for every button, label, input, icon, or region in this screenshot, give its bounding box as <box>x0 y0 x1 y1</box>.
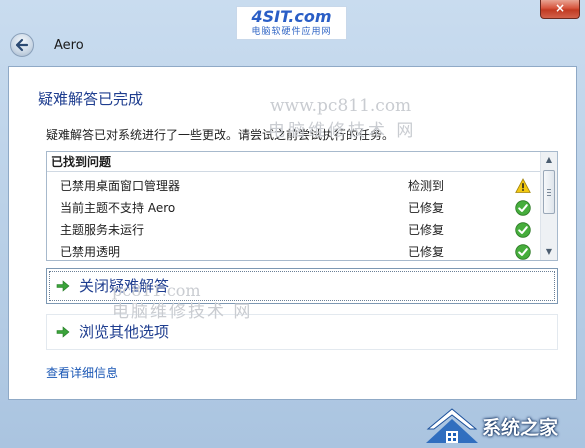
scroll-up-icon[interactable]: ▲ <box>541 152 557 168</box>
green-arrow-icon <box>56 280 70 292</box>
check-icon <box>515 200 531 216</box>
list-item[interactable]: 已禁用透明 已修复 <box>47 241 541 263</box>
grip-line <box>547 192 551 193</box>
problem-status: 已修复 <box>408 201 445 215</box>
problem-name: 已禁用透明 <box>60 245 121 259</box>
logo-text: 4SIT.com <box>251 7 332 26</box>
list-item[interactable]: 已禁用桌面窗口管理器 检测到 <box>47 175 541 197</box>
problems-list: 已找到问题 已禁用桌面窗口管理器 检测到 当前主题不支持 Aero 已修复 主题… <box>46 151 558 261</box>
grip-line <box>547 189 551 190</box>
problem-status: 已修复 <box>408 245 445 259</box>
problem-status: 检测到 <box>408 179 445 193</box>
list-item[interactable]: 当前主题不支持 Aero 已修复 <box>47 197 541 219</box>
close-troubleshooter-label: 关闭疑难解答 <box>79 277 170 295</box>
scroll-thumb[interactable] <box>543 170 555 214</box>
window-frame: × 4SIT.com 电脑软硬件应用网 Aero 疑难解答已完成 疑难解答已对系… <box>0 0 585 448</box>
site-logo: 4SIT.com 电脑软硬件应用网 <box>236 6 347 40</box>
check-icon <box>515 244 531 260</box>
check-icon <box>515 222 531 238</box>
page-title: 疑难解答已完成 <box>38 90 144 108</box>
window-title: Aero <box>54 38 84 53</box>
problem-status: 已修复 <box>408 223 445 237</box>
problem-name: 已禁用桌面窗口管理器 <box>60 179 181 193</box>
problems-scrollbar[interactable]: ▲ ▼ <box>540 152 557 260</box>
close-window-button[interactable]: × <box>540 0 580 19</box>
list-item[interactable]: 主题服务未运行 已修复 <box>47 219 541 241</box>
site-badge: 系统之家 <box>422 405 580 445</box>
browse-options-label: 浏览其他选项 <box>79 323 170 341</box>
green-arrow-icon <box>56 326 70 338</box>
problem-name: 当前主题不支持 Aero <box>60 201 176 215</box>
close-troubleshooter-button[interactable]: 关闭疑难解答 <box>46 268 558 304</box>
back-button[interactable] <box>10 33 34 57</box>
problem-name: 主题服务未运行 <box>60 223 145 237</box>
view-details-link[interactable]: 查看详细信息 <box>46 364 118 381</box>
grip-line <box>547 195 551 196</box>
warning-icon <box>515 178 531 193</box>
page-description: 疑难解答已对系统进行了一些更改。请尝试之前尝试执行的任务。 <box>46 128 395 142</box>
back-arrow-icon <box>15 38 29 52</box>
problems-list-header: 已找到问题 <box>47 152 541 172</box>
house-logo-icon <box>426 408 478 443</box>
logo-subtitle: 电脑软硬件应用网 <box>251 27 332 37</box>
scroll-down-icon[interactable]: ▼ <box>541 244 557 260</box>
browse-options-button[interactable]: 浏览其他选项 <box>46 314 558 350</box>
badge-text: 系统之家 <box>482 417 559 439</box>
